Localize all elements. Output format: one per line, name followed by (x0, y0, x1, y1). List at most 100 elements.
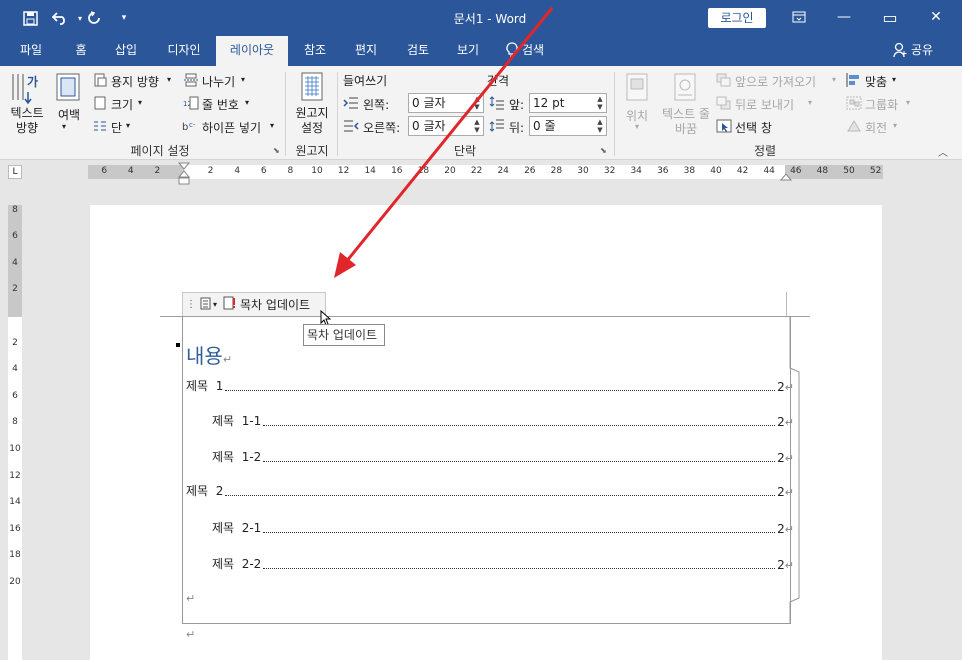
login-button[interactable]: 로그인 (708, 8, 766, 28)
columns-button[interactable]: 단 (111, 119, 122, 136)
spinner-icon[interactable]: ▲ ▼ (472, 95, 482, 111)
selection-pane-button[interactable]: 선택 창 (735, 119, 772, 136)
ruler-tick-label: 40 (710, 166, 722, 176)
spinner-icon[interactable]: ▲ ▼ (595, 118, 605, 134)
group-icon (846, 96, 862, 110)
toc-entry[interactable]: 제목 1-1 2 ↵ (212, 413, 794, 429)
ruler-tick-label: 20 (444, 166, 456, 176)
paragraph-mark: ↵ (186, 628, 196, 641)
toc-entry[interactable]: 제목 1 2 ↵ (186, 378, 794, 394)
line-numbers-icon: 12 (183, 96, 199, 110)
ruler-tick-label: 4 (12, 364, 18, 375)
minimize-button[interactable]: — (821, 0, 867, 34)
spinner-icon[interactable]: ▲ ▼ (595, 95, 605, 111)
tab-references[interactable]: 참조 (294, 36, 336, 66)
manuscript-setup-button[interactable]: 원고지 설정 (292, 106, 332, 136)
line-numbers-button[interactable]: 줄 번호 (202, 96, 239, 113)
indent-right-label: 오른쪽: (363, 121, 401, 135)
window-title: 문서1 - Word (453, 12, 527, 26)
maximize-button[interactable]: ▭ (867, 0, 913, 34)
ruler-tick-label: 4 (234, 166, 241, 176)
indent-label: 들여쓰기 (343, 74, 388, 88)
tab-view[interactable]: 보기 (446, 36, 490, 66)
tell-me-search[interactable]: 검색 (522, 36, 552, 66)
selection-pane-icon (716, 119, 732, 133)
paragraph-mark: ↵ (222, 353, 233, 366)
ruler-tick-label: 42 (736, 166, 749, 176)
indent-marker-icon[interactable] (177, 162, 191, 188)
toc-entry[interactable]: 제목 2 2 ↵ (186, 483, 794, 499)
paragraph-mark: ↵ (784, 381, 794, 394)
toc-menu-icon[interactable] (200, 297, 211, 313)
save-icon[interactable] (20, 8, 40, 28)
update-table-icon[interactable] (223, 296, 237, 313)
tab-review[interactable]: 검토 (396, 36, 440, 66)
breaks-button[interactable]: 나누기 (202, 73, 235, 90)
bring-forward-dropdown-icon: ▾ (832, 75, 837, 84)
page-setup-launcher-icon[interactable]: ⬊ (273, 146, 280, 155)
page-setup-group-label: 페이지 설정 (130, 144, 190, 158)
toc-entry[interactable]: 제목 1-2 2 ↵ (212, 449, 794, 465)
indent-left-input[interactable]: 0 글자 ▲ ▼ (408, 93, 484, 113)
ruler-tick-label: 18 (9, 550, 21, 561)
indent-right-input[interactable]: 0 글자 ▲ ▼ (408, 116, 484, 136)
close-button[interactable]: ✕ (913, 0, 959, 34)
ribbon-display-icon[interactable] (776, 0, 822, 34)
right-indent-marker-icon[interactable] (779, 170, 793, 182)
toc-leader (263, 568, 776, 569)
drag-handle-icon[interactable]: ⋮ (186, 299, 196, 310)
margins-icon (54, 72, 84, 104)
redo-icon[interactable] (84, 8, 104, 28)
orientation-button[interactable]: 용지 방향 (111, 73, 159, 90)
tab-insert[interactable]: 삽입 (104, 36, 148, 66)
customize-qat-icon[interactable]: ▾ (114, 8, 134, 28)
tab-mailings[interactable]: 편지 (344, 36, 388, 66)
tab-selector[interactable]: L (8, 165, 22, 179)
margins-button[interactable]: 여백 (56, 106, 82, 123)
undo-icon[interactable] (50, 8, 70, 28)
share-button[interactable]: 공유 (911, 36, 933, 66)
tab-layout[interactable]: 레이아웃 (216, 36, 288, 66)
collapse-ribbon-icon[interactable]: ︿ (938, 144, 948, 159)
position-icon (624, 73, 652, 103)
spacing-after-input[interactable]: 0 줄 ▲ ▼ (529, 116, 607, 136)
header-guide (786, 292, 787, 316)
content-control-toolbar: ⋮ ▾ 목차 업데이트 (182, 292, 326, 316)
group-separator (285, 72, 286, 156)
tab-file[interactable]: 파일 (10, 36, 52, 66)
text-direction-button[interactable]: 텍스트 방향 (8, 106, 46, 136)
toc-menu-dropdown-icon[interactable]: ▾ (213, 300, 217, 309)
ruler-tick-label: 22 (470, 166, 483, 176)
rotate-dropdown-icon: ▾ (893, 121, 898, 130)
bring-forward-button[interactable]: 앞으로 가져오기 (735, 73, 816, 90)
toc-entry-text: 제목 2-2 (212, 557, 262, 571)
align-button[interactable]: 맞춤 (865, 73, 887, 90)
svg-text:b: b (182, 122, 188, 133)
toc-entry[interactable]: 제목 2-1 2 ↵ (212, 520, 794, 536)
ruler-tick-label: 14 (364, 166, 376, 176)
ruler-tick-label: 6 (12, 390, 18, 401)
paragraph-launcher-icon[interactable]: ⬊ (600, 146, 607, 155)
ruler-tick-label: 6 (260, 166, 267, 176)
size-button[interactable]: 크기 (111, 96, 133, 113)
ruler-tick-label: 52 (869, 166, 882, 176)
update-table-button[interactable]: 목차 업데이트 (240, 296, 310, 313)
group-button[interactable]: 그룹화 (865, 96, 898, 113)
toc-content-control[interactable] (182, 316, 791, 624)
tab-design[interactable]: 디자인 (156, 36, 212, 66)
toc-entry-page: 2 (777, 451, 785, 465)
hyphenation-button[interactable]: 하이픈 넣기 (202, 119, 261, 136)
wrap-text-button[interactable]: 텍스트 줄 바꿈 (661, 107, 711, 137)
spinner-icon[interactable]: ▲ ▼ (472, 118, 482, 134)
breaks-dropdown-icon: ▾ (241, 75, 246, 84)
spacing-after-label: 뒤: (509, 121, 525, 135)
toc-leader (225, 390, 776, 391)
rotate-button[interactable]: 회전 (865, 119, 887, 136)
send-backward-button[interactable]: 뒤로 보내기 (735, 96, 794, 113)
group-dropdown-icon: ▾ (906, 98, 911, 107)
toc-entry[interactable]: 제목 2-2 2 ↵ (212, 556, 794, 572)
spacing-before-input[interactable]: 12 pt ▲ ▼ (529, 93, 607, 113)
ruler-tick-label: 50 (843, 166, 855, 176)
align-icon (846, 73, 862, 87)
tab-home[interactable]: 홈 (62, 36, 100, 66)
